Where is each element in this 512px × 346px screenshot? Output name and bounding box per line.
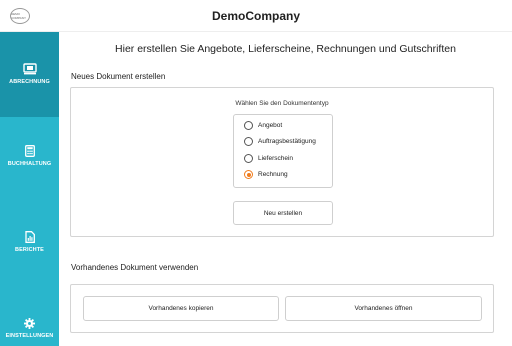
open-existing-button[interactable]: Vorhandenes öffnen: [285, 296, 482, 321]
sidebar-item-buchhaltung[interactable]: BUCHHALTUNG: [0, 145, 59, 185]
section-label-existing-document: Vorhandenes Dokument verwenden: [71, 263, 199, 272]
section-label-new-document: Neues Dokument erstellen: [71, 72, 166, 81]
sidebar-item-berichte[interactable]: BERICHTE: [0, 231, 59, 271]
radio-label: Auftragsbestätigung: [258, 138, 316, 145]
existing-document-card: Vorhandenes kopieren Vorhandenes öffnen: [70, 284, 494, 333]
sidebar-item-label: ABRECHNUNG: [9, 79, 50, 85]
radio-label: Angebot: [258, 121, 283, 129]
document-type-group: Angebot Auftragsbestätigung Lieferschein…: [233, 114, 333, 188]
copy-existing-button[interactable]: Vorhandenes kopieren: [83, 296, 279, 321]
radio-option-angebot[interactable]: Angebot: [244, 118, 282, 132]
report-icon: [24, 231, 35, 243]
sidebar: ABRECHNUNG BUCHHALTUNG BERICHTE EINSTELL…: [0, 32, 59, 346]
new-document-card: Wählen Sie den Dokumententyp Angebot Auf…: [70, 87, 494, 237]
create-new-button[interactable]: Neu erstellen: [233, 201, 333, 225]
radio-button-selected[interactable]: [244, 170, 253, 179]
billing-icon: [22, 63, 37, 75]
sidebar-item-label: BERICHTE: [15, 247, 44, 253]
radio-button[interactable]: [244, 137, 253, 146]
radio-label: Lieferschein: [258, 154, 294, 162]
radio-option-auftragsbestaetigung[interactable]: Auftragsbestätigung: [244, 135, 316, 149]
sidebar-item-abrechnung[interactable]: ABRECHNUNG: [0, 32, 59, 117]
radio-button[interactable]: [244, 153, 253, 163]
radio-button[interactable]: [244, 120, 253, 130]
radio-label: Rechnung: [258, 171, 288, 178]
main-content: Hier erstellen Sie Angebote, Lieferschei…: [59, 32, 512, 346]
radio-option-lieferschein[interactable]: Lieferschein: [244, 151, 293, 165]
calculator-icon: [24, 145, 35, 157]
gear-icon: [24, 318, 35, 329]
document-type-label: Wählen Sie den Dokumententyp: [235, 100, 329, 107]
sidebar-item-einstellungen[interactable]: EINSTELLUNGEN: [0, 318, 59, 346]
radio-option-rechnung[interactable]: Rechnung: [244, 168, 288, 182]
page-headline: Hier erstellen Sie Angebote, Lieferschei…: [115, 43, 456, 55]
sidebar-item-label: EINSTELLUNGEN: [5, 333, 54, 339]
top-bar: DEMO COMPANY DemoCompany: [0, 0, 512, 32]
app-title: DemoCompany: [211, 9, 300, 23]
sidebar-item-label: BUCHHALTUNG: [7, 161, 52, 167]
